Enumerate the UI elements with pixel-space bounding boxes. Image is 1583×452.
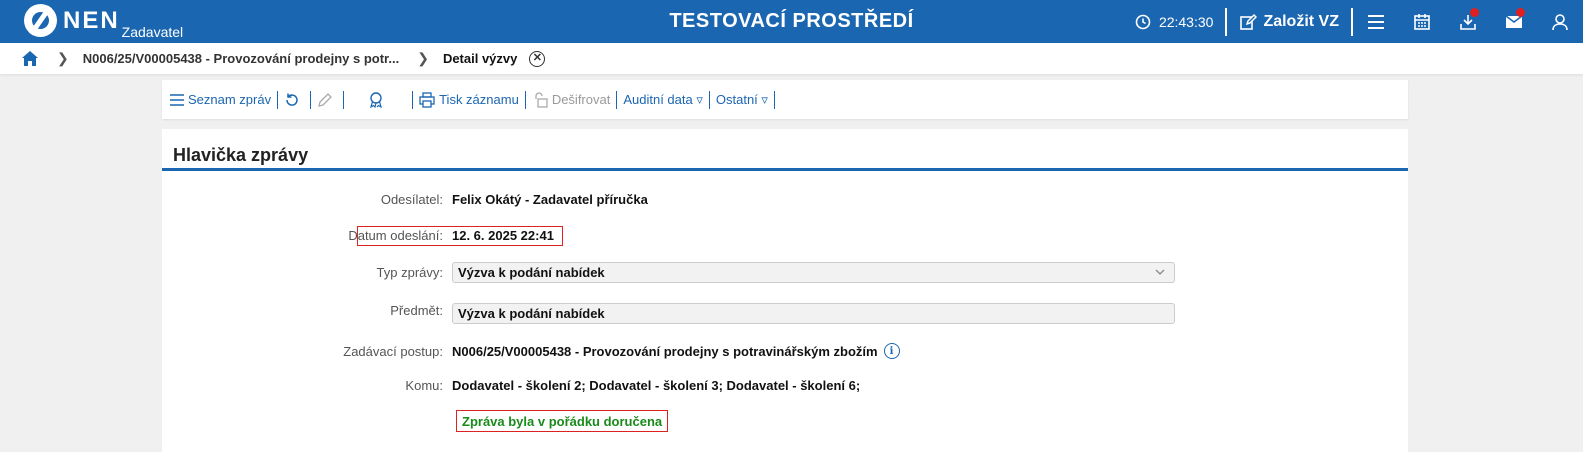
message-header-card: Hlavička zprávy Odesílatel: Felix Okátý … xyxy=(162,129,1408,452)
audit-data-dropdown[interactable]: Auditní data ▿ xyxy=(617,92,709,108)
user-icon xyxy=(1552,13,1568,30)
downloads-button[interactable] xyxy=(1445,0,1491,43)
chevron-down-icon xyxy=(1155,269,1165,275)
action-toolbar: Seznam zpráv Tisk záznamu Dešifrovat Aud… xyxy=(162,80,1408,119)
sender-row: Odesílatel: Felix Okátý - Zadavatel přír… xyxy=(162,192,1408,207)
subject-field[interactable]: Výzva k podání nabídek xyxy=(452,303,1175,324)
pencil-icon xyxy=(318,92,333,107)
sent-date-row: Datum odeslání: 12. 6. 2025 22:41 xyxy=(162,228,1408,243)
divider xyxy=(773,90,775,109)
close-icon[interactable]: ✕ xyxy=(529,50,546,67)
decrypt-label: Dešifrovat xyxy=(551,92,611,107)
message-type-row: Typ zprávy: Výzva k podání nabídek xyxy=(162,262,1408,283)
nen-logo[interactable]: NEN Zadavatel xyxy=(24,4,183,40)
procedure-label: Zadávací postup: xyxy=(343,343,443,359)
print-record-label: Tisk záznamu xyxy=(439,92,519,107)
decrypt-button: Dešifrovat xyxy=(526,91,617,108)
sender-label: Odesílatel: xyxy=(380,192,443,207)
subject-label: Předmět: xyxy=(390,303,443,318)
home-icon xyxy=(22,51,38,66)
other-dropdown[interactable]: Ostatní ▿ xyxy=(710,92,774,108)
refresh-icon xyxy=(286,93,298,106)
chevron-right-icon: ❯ xyxy=(417,50,429,66)
print-record-button[interactable]: Tisk záznamu xyxy=(413,91,525,108)
audit-data-label: Auditní data ▿ xyxy=(623,91,703,107)
edit-button xyxy=(311,92,343,108)
card-title: Hlavička zprávy xyxy=(162,129,1408,171)
create-contract-button[interactable]: Založit VZ xyxy=(1227,13,1351,31)
calendar-icon xyxy=(1414,13,1430,30)
calendar-button[interactable] xyxy=(1399,0,1445,43)
edit-icon xyxy=(1240,13,1258,30)
recipients-value: Dodavatel - školení 2; Dodavatel - škole… xyxy=(452,378,861,393)
unlock-icon xyxy=(535,91,548,108)
messages-button[interactable] xyxy=(1491,0,1537,43)
info-icon[interactable]: i xyxy=(883,343,900,359)
sent-date-value: 12. 6. 2025 22:41 xyxy=(452,228,554,243)
user-button[interactable] xyxy=(1537,0,1583,43)
nen-logo-icon xyxy=(24,4,57,37)
certificate-button[interactable] xyxy=(344,91,412,109)
printer-icon xyxy=(419,91,435,108)
refresh-button[interactable] xyxy=(278,92,310,108)
message-type-value: Výzva k podání nabídek xyxy=(458,265,605,280)
menu-icon xyxy=(1368,14,1384,29)
recipients-row: Komu: Dodavatel - školení 2; Dodavatel -… xyxy=(162,378,1408,393)
sent-date-label: Datum odeslání: xyxy=(348,228,443,243)
notification-dot xyxy=(1470,8,1479,17)
other-label: Ostatní ▿ xyxy=(715,91,768,107)
subject-row: Předmět: Výzva k podání nabídek xyxy=(162,303,1408,324)
breadcrumb: ❯ N006/25/V00005438 - Provozování prodej… xyxy=(0,43,1583,74)
breadcrumb-current: Detail výzvy xyxy=(442,51,518,66)
logo-text: NEN xyxy=(63,7,120,34)
procedure-row: Zadávací postup: N006/25/V00005438 - Pro… xyxy=(162,343,1408,359)
session-clock: 22:43:30 xyxy=(1135,14,1226,30)
list-icon xyxy=(170,93,184,106)
menu-button[interactable] xyxy=(1353,0,1399,43)
breadcrumb-procedure-link[interactable]: N006/25/V00005438 - Provozování prodejny… xyxy=(83,51,399,66)
message-list-label: Seznam zpráv xyxy=(188,92,272,107)
certificate-icon xyxy=(370,91,383,108)
delivery-status: Zpráva byla v pořádku doručena xyxy=(456,410,669,432)
message-type-select[interactable]: Výzva k podání nabídek xyxy=(452,262,1175,283)
logo-subtitle: Zadavatel xyxy=(121,24,184,40)
top-bar: NEN Zadavatel TESTOVACÍ PROSTŘEDÍ 22:43:… xyxy=(0,0,1583,43)
notification-dot xyxy=(1516,8,1525,17)
home-button[interactable] xyxy=(21,50,39,67)
clock-time: 22:43:30 xyxy=(1158,13,1214,30)
chevron-right-icon: ❯ xyxy=(57,50,69,66)
sender-value: Felix Okátý - Zadavatel příručka xyxy=(452,192,648,207)
recipients-label: Komu: xyxy=(405,378,443,393)
subject-value: Výzva k podání nabídek xyxy=(458,306,605,321)
message-type-label: Typ zprávy: xyxy=(376,265,443,280)
procedure-value: N006/25/V00005438 - Provozování prodejny… xyxy=(452,343,878,359)
message-list-button[interactable]: Seznam zpráv xyxy=(162,92,277,107)
clock-icon xyxy=(1135,14,1151,29)
create-contract-label: Založit VZ xyxy=(1263,12,1339,30)
